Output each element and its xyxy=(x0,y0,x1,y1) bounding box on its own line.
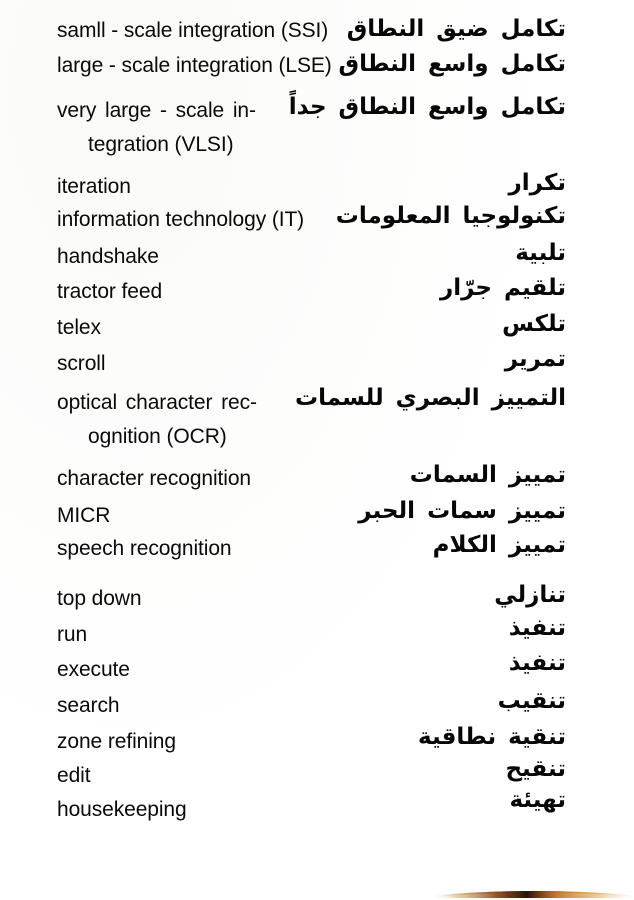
entry-translation-arabic: تنفيذ xyxy=(508,650,566,676)
entry-term-english: top down xyxy=(57,587,142,610)
entry-translation-arabic: تكامل واسع النطاق جداً xyxy=(288,94,566,120)
entry-term-english-continuation: tegration (VLSI) xyxy=(88,133,234,156)
entry-translation-arabic: تكامل واسع النطاق xyxy=(338,51,566,77)
entry-term-english-continuation: ognition (OCR) xyxy=(88,425,227,448)
entry-translation-arabic: تمييز سمات الحبر xyxy=(358,498,566,524)
entry-term-english: zone refining xyxy=(57,730,176,753)
entry-translation-arabic: تنفيذ xyxy=(508,615,566,641)
entry-term-english: optical character rec- xyxy=(57,391,257,414)
entry-term-english: large - scale integration (LSE) xyxy=(57,54,332,77)
entry-term-english: scroll xyxy=(57,352,106,375)
entry-term-english: housekeeping xyxy=(57,798,187,821)
entry-term-english: iteration xyxy=(57,175,131,198)
entry-translation-arabic: تنقيب xyxy=(497,688,566,714)
entry-term-english: execute xyxy=(57,658,130,681)
entry-translation-arabic: تهيئة xyxy=(509,787,566,813)
entry-term-english: edit xyxy=(57,764,91,787)
entry-translation-arabic: تمييز الكلام xyxy=(432,532,566,558)
entry-translation-arabic: التمييز البصري للسمات xyxy=(295,385,566,411)
entry-translation-arabic: تنقيح xyxy=(505,756,566,782)
entry-translation-arabic: تنقية نطاقية xyxy=(418,724,566,750)
entry-term-english: information technology (IT) xyxy=(57,208,305,231)
entry-translation-arabic: تلكس xyxy=(502,311,566,337)
dictionary-page: samll - scale integration (SSI) تكامل ضيق… xyxy=(0,0,634,900)
entry-translation-arabic: تلقيم جرّار xyxy=(439,275,566,301)
entry-translation-arabic: تكامل ضيق النطاق xyxy=(346,16,566,42)
entry-term-english: very large - scale in- xyxy=(57,99,256,122)
entry-translation-arabic: تكنولوجيا المعلومات xyxy=(335,203,566,229)
entry-term-english: telex xyxy=(57,316,101,339)
entry-translation-arabic: تلبية xyxy=(515,240,566,266)
entry-term-english: run xyxy=(57,623,88,646)
entry-term-english: speech recognition xyxy=(57,537,232,560)
page-edge-curve-decoration xyxy=(430,884,634,898)
entry-translation-arabic: تمييز السمات xyxy=(409,462,566,488)
entry-term-english: handshake xyxy=(57,245,159,268)
entry-term-english: samll - scale integration (SSI) xyxy=(57,19,329,42)
entry-translation-arabic: تمرير xyxy=(504,346,566,372)
entry-translation-arabic: تكرار xyxy=(508,170,566,196)
entry-term-english: search xyxy=(57,694,120,717)
entry-translation-arabic: تنازلي xyxy=(494,582,566,608)
entry-term-english: MICR xyxy=(57,504,111,527)
entry-term-english: character recognition xyxy=(57,467,252,490)
entry-term-english: tractor feed xyxy=(57,280,163,303)
